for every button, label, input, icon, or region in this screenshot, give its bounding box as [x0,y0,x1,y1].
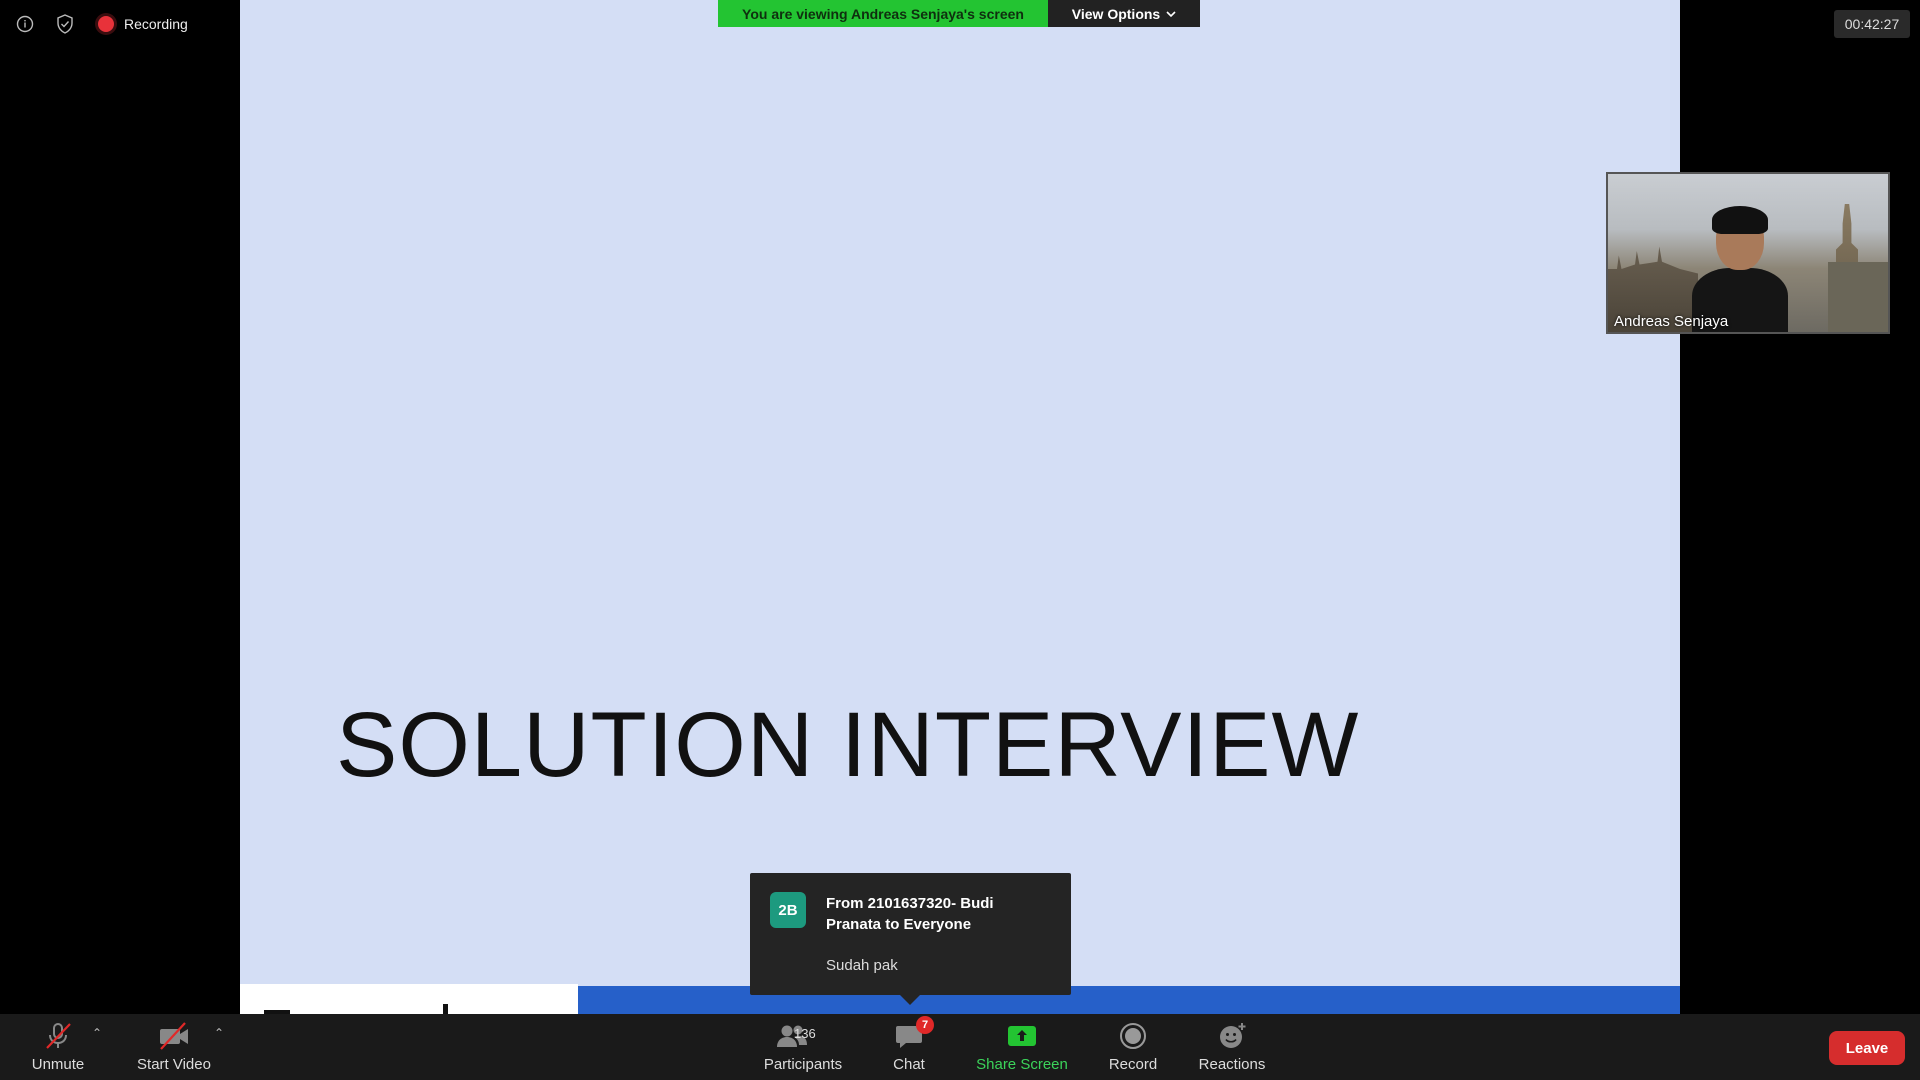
microphone-muted-icon [46,1023,71,1049]
video-options-caret-icon[interactable]: ⌃ [214,1026,224,1040]
reactions-label: Reactions [1198,1056,1266,1073]
unmute-button[interactable]: Unmute [24,1020,92,1076]
slide-mark [443,1004,448,1014]
participants-count: 136 [794,1026,816,1041]
recording-label: Recording [124,16,188,32]
participant-name: Andreas Senjaya [1614,313,1729,330]
chevron-down-icon [1166,10,1176,17]
shield-icon[interactable] [54,13,76,35]
record-icon [1120,1023,1146,1049]
share-screen-label: Share Screen [976,1056,1068,1073]
audio-options-caret-icon[interactable]: ⌃ [92,1026,102,1040]
view-options-label: View Options [1071,5,1161,22]
recording-indicator[interactable]: Recording [98,16,188,32]
slide-bottom-blue-band [578,986,1680,1014]
video-camera-off-icon [160,1022,188,1050]
viewing-screen-text: You are viewing Andreas Senjaya's screen [718,0,1048,27]
video-background-building [1828,262,1888,332]
view-options-button[interactable]: View Options [1048,0,1200,27]
chat-sender: From 2101637320- Budi Pranata to Everyon… [826,895,994,933]
reactions-button[interactable]: Reactions [1196,1020,1268,1076]
share-screen-icon [1008,1026,1036,1046]
unmute-label: Unmute [31,1056,85,1073]
meeting-indicators: Recording [14,13,188,35]
meeting-toolbar: Unmute ⌃ Start Video ⌃ 136 Participants … [0,1014,1920,1080]
slide-bottom-white-band [240,984,578,1014]
reactions-smiley-icon [1220,1023,1246,1048]
participant-video-tile[interactable]: Andreas Senjaya [1606,172,1890,334]
avatar: 2B [770,892,806,928]
chat-unread-badge: 7 [916,1016,934,1034]
start-video-label: Start Video [137,1056,211,1073]
shared-screen: SOLUTION INTERVIEW [240,0,1680,1014]
chat-notification-popup[interactable]: 2B From 2101637320- Budi Pranata to Ever… [750,873,1071,1005]
viewing-banner: You are viewing Andreas Senjaya's screen… [718,0,1200,27]
record-button[interactable]: Record [1104,1020,1162,1076]
leave-button[interactable]: Leave [1829,1031,1905,1065]
zoom-meeting-window: SOLUTION INTERVIEW Recording You are vie… [0,0,1920,1080]
chat-button[interactable]: 7 Chat [886,1016,934,1076]
participants-button[interactable]: 136 Participants [760,1020,846,1076]
slide-title: SOLUTION INTERVIEW [336,694,1360,796]
info-icon[interactable] [14,13,36,35]
share-screen-button[interactable]: Share Screen [972,1020,1072,1076]
participants-label: Participants [763,1056,843,1073]
chat-label: Chat [893,1056,925,1073]
start-video-button[interactable]: Start Video [134,1020,214,1076]
record-dot-icon [98,16,114,32]
record-label: Record [1108,1056,1158,1073]
meeting-timer: 00:42:27 [1834,10,1910,38]
chat-message: Sudah pak [826,957,898,974]
